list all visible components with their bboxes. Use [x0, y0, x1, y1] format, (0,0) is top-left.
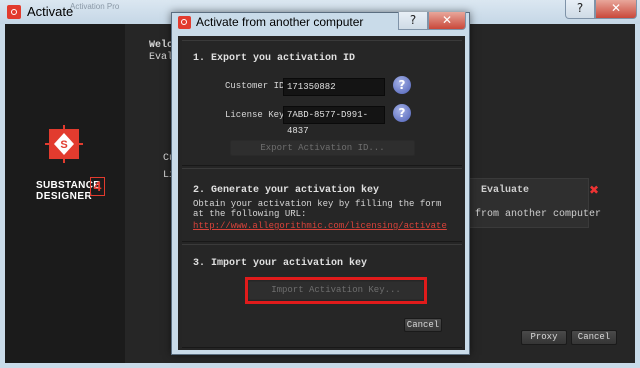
dialog-title: Activate from another computer [196, 15, 364, 29]
dialog-close-button[interactable]: ✕ [428, 12, 466, 30]
proxy-button[interactable]: Proxy [521, 330, 567, 345]
license-key-field[interactable]: 7ABD-8577-D991-4837 [283, 106, 385, 136]
background-window-title: Activation Pro [70, 2, 120, 11]
export-activation-id-button[interactable]: Export Activation ID... [230, 140, 415, 156]
highlight-box [245, 277, 427, 304]
dialog-app-icon [178, 16, 191, 29]
customer-id-label: Customer ID: [225, 81, 290, 91]
brand-product: DESIGNER [36, 191, 93, 202]
evaluate-subtitle: from another computer [475, 209, 602, 220]
substance-logo-icon: S [45, 125, 83, 163]
outer-help-button[interactable]: ? [565, 0, 595, 19]
generate-section-heading: 2. Generate your activation key [193, 185, 380, 196]
evaluate-heading: Evaluate [481, 185, 530, 196]
svg-text:S: S [60, 139, 67, 151]
dialog-help-button[interactable]: ? [398, 12, 428, 30]
customer-id-help-icon[interactable]: ? [393, 76, 411, 94]
export-section-heading: 1. Export you activation ID [193, 53, 356, 64]
outer-window-title: Activate [27, 4, 74, 19]
customer-id-field[interactable]: 171350882 [283, 78, 385, 96]
license-key-label: License Key: [225, 110, 290, 120]
outer-close-button[interactable]: ✕ [595, 0, 637, 19]
app-icon [7, 5, 21, 19]
license-key-help-icon[interactable]: ? [393, 104, 411, 122]
outer-cancel-button[interactable]: Cancel [571, 330, 617, 345]
generate-instructions: Obtain your activation key by filling th… [193, 199, 442, 219]
brand-version-badge: 4 [90, 177, 105, 196]
evaluate-close-icon[interactable]: ✖ [589, 183, 599, 197]
import-section-heading: 3. Import your activation key [193, 258, 368, 269]
dialog-cancel-button[interactable]: Cancel [404, 318, 442, 332]
activation-url-link[interactable]: http://www.allegorithmic.com/licensing/a… [193, 221, 447, 231]
welcome-heading-fragment: Welc [149, 40, 174, 51]
